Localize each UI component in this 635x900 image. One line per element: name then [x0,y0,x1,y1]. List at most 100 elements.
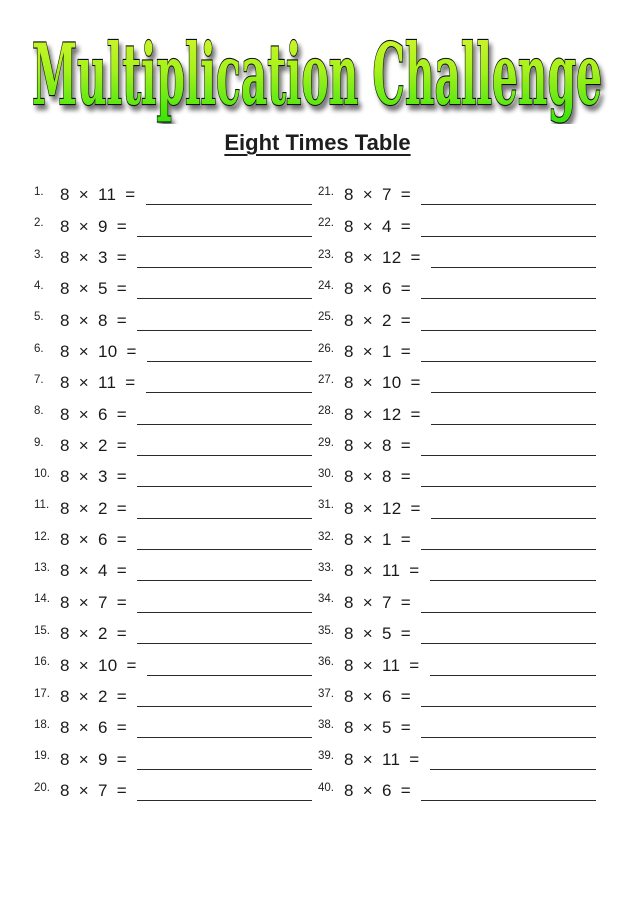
answer-blank[interactable] [421,204,596,206]
problem-expression: 8 × 11 = [344,749,420,769]
problem-item: 30. 8 × 8 = [318,460,596,491]
answer-blank[interactable] [421,298,596,300]
problem-number: 15. [34,624,50,637]
answer-blank[interactable] [146,361,312,363]
problem-item: 12. 8 × 6 = [34,523,312,554]
problem-expression: 8 × 11 = [344,655,420,675]
answer-blank[interactable] [137,329,312,331]
problem-item: 7. 8 × 11 = [34,366,312,397]
problem-item: 1. 8 × 11 = [34,178,312,209]
problem-number: 37. [318,687,334,700]
answer-blank[interactable] [137,267,312,269]
problem-item: 36. 8 × 11 = [318,648,596,679]
problem-expression: 8 × 1 = [344,342,412,362]
answer-blank[interactable] [137,768,312,770]
answer-blank[interactable] [137,549,312,551]
problem-number: 1. [34,186,44,198]
answer-blank[interactable] [137,298,312,300]
answer-blank[interactable] [421,329,596,331]
answer-blank[interactable] [137,611,312,613]
problem-number: 4. [34,280,44,293]
problem-item: 13. 8 × 4 = [34,554,312,585]
problem-item: 23. 8 × 12 = [318,241,596,272]
problem-number: 27. [318,374,334,387]
answer-blank[interactable] [421,737,596,739]
problem-item: 6. 8 × 10 = [34,335,312,366]
answer-blank[interactable] [137,643,312,645]
title-graphic: Multiplication Challenge [31,24,603,124]
problem-item: 14. 8 × 7 = [34,585,312,616]
problem-number: 2. [34,217,44,230]
problem-number: 38. [318,718,334,731]
problem-expression: 8 × 10 = [344,373,421,393]
answer-blank[interactable] [421,235,596,237]
problem-item: 29. 8 × 8 = [318,429,596,460]
problem-number: 23. [318,248,334,261]
problem-expression: 8 × 3 = [60,467,128,487]
problem-number: 10. [34,468,50,481]
problem-number: 5. [34,311,44,324]
problem-number: 20. [34,781,50,794]
problem-expression: 8 × 7 = [344,592,412,612]
answer-blank[interactable] [430,392,596,394]
problem-number: 33. [318,562,334,575]
problem-item: 3. 8 × 3 = [34,241,312,272]
problem-number: 39. [318,750,334,763]
answer-blank[interactable] [421,643,596,645]
problem-item: 22. 8 × 4 = [318,209,596,240]
problem-item: 34. 8 × 7 = [318,585,596,616]
answer-blank[interactable] [137,235,312,237]
problems-column-right: 21. 8 × 7 = 22. 8 × 4 = 23. 8 × 12 = 24. 8 × 6 … [318,178,596,805]
problem-expression: 8 × 8 = [344,436,412,456]
answer-blank[interactable] [146,674,312,676]
problem-number: 7. [34,374,44,387]
problem-item: 40. 8 × 6 = [318,774,596,805]
answer-blank[interactable] [421,799,596,801]
problem-item: 16. 8 × 10 = [34,648,312,679]
answer-blank[interactable] [421,611,596,613]
problem-expression: 8 × 2 = [344,310,412,330]
answer-blank[interactable] [421,455,596,457]
problem-expression: 8 × 9 = [60,749,128,769]
problem-expression: 8 × 12 = [344,248,421,268]
answer-blank[interactable] [137,486,312,488]
answer-blank[interactable] [137,737,312,739]
problem-expression: 8 × 4 = [60,561,128,581]
answer-blank[interactable] [430,267,596,269]
problem-number: 40. [318,781,334,794]
answer-blank[interactable] [429,768,596,770]
problem-number: 14. [34,593,50,606]
answer-blank[interactable] [421,486,596,488]
answer-blank[interactable] [137,517,312,519]
answer-blank[interactable] [137,455,312,457]
problem-expression: 8 × 12 = [344,498,421,518]
answer-blank[interactable] [430,517,596,519]
problem-item: 32. 8 × 1 = [318,523,596,554]
answer-blank[interactable] [145,392,312,394]
answer-blank[interactable] [137,580,312,582]
problem-number: 9. [34,436,44,449]
problem-expression: 8 × 11 = [60,185,136,205]
problem-item: 37. 8 × 6 = [318,680,596,711]
problem-expression: 8 × 2 = [60,686,128,706]
answer-blank[interactable] [137,705,312,707]
answer-blank[interactable] [137,423,312,425]
answer-blank[interactable] [429,580,596,582]
problem-item: 35. 8 × 5 = [318,617,596,648]
answer-blank[interactable] [137,799,312,801]
problem-expression: 8 × 11 = [344,561,420,581]
problem-number: 26. [318,342,334,355]
problem-number: 22. [318,217,334,230]
problem-expression: 8 × 4 = [344,216,412,236]
answer-blank[interactable] [430,423,596,425]
problem-expression: 8 × 2 = [60,498,128,518]
problem-item: 39. 8 × 11 = [318,742,596,773]
answer-blank[interactable] [421,361,596,363]
answer-blank[interactable] [429,674,596,676]
problem-number: 17. [34,687,50,700]
problem-number: 8. [34,405,44,418]
answer-blank[interactable] [421,549,596,551]
problem-item: 15. 8 × 2 = [34,617,312,648]
answer-blank[interactable] [421,705,596,707]
answer-blank[interactable] [145,204,312,206]
